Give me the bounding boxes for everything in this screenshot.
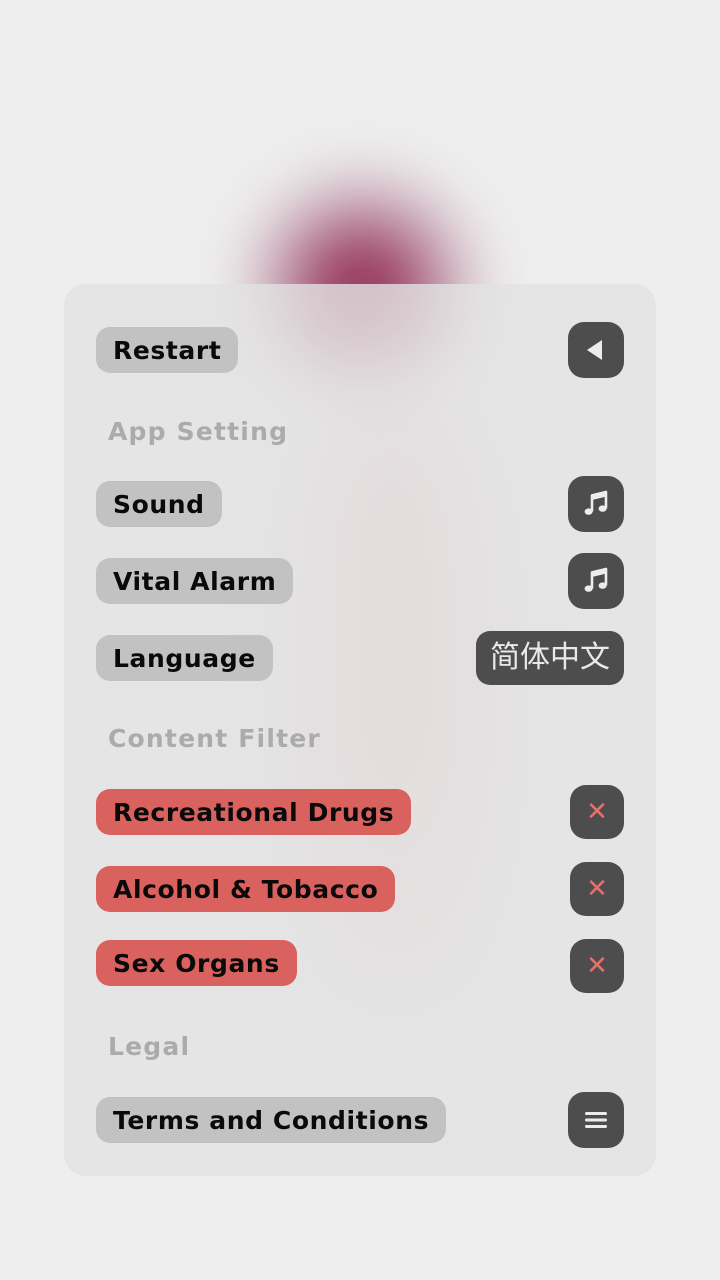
row-sound[interactable]: Sound	[64, 474, 656, 534]
back-triangle-icon[interactable]	[568, 322, 624, 378]
alcohol-tobacco-label[interactable]: Alcohol & Tobacco	[96, 866, 396, 912]
row-sex-organs[interactable]: Sex Organs ✕	[64, 933, 656, 993]
terms-and-conditions-label[interactable]: Terms and Conditions	[96, 1097, 447, 1143]
language-label[interactable]: Language	[96, 635, 273, 681]
close-x-glyph: ✕	[586, 874, 608, 904]
restart-label[interactable]: Restart	[96, 327, 239, 373]
section-title-label: Content Filter	[108, 723, 321, 753]
row-vital-alarm[interactable]: Vital Alarm	[64, 551, 656, 611]
hamburger-menu-icon[interactable]	[568, 1092, 624, 1148]
row-alcohol-tobacco[interactable]: Alcohol & Tobacco ✕	[64, 859, 656, 919]
row-recreational-drugs[interactable]: Recreational Drugs ✕	[64, 782, 656, 842]
section-header-legal: Legal	[64, 1016, 656, 1076]
section-title-label: Legal	[108, 1031, 191, 1061]
row-language[interactable]: Language 简体中文	[64, 628, 656, 688]
close-x-glyph: ✕	[586, 797, 608, 827]
section-header-app-setting: App Setting	[64, 401, 656, 461]
section-header-content-filter: Content Filter	[64, 708, 656, 768]
music-note-icon[interactable]	[568, 476, 624, 532]
row-restart[interactable]: Restart	[64, 320, 656, 380]
close-x-icon[interactable]: ✕	[570, 862, 624, 916]
music-note-icon[interactable]	[568, 553, 624, 609]
row-terms-and-conditions[interactable]: Terms and Conditions	[64, 1090, 656, 1150]
close-x-icon[interactable]: ✕	[570, 785, 624, 839]
close-x-glyph: ✕	[586, 951, 608, 981]
vital-alarm-label[interactable]: Vital Alarm	[96, 558, 294, 604]
close-x-icon[interactable]: ✕	[570, 939, 624, 993]
settings-panel: Restart App Setting Sound Vital Alarm La…	[64, 284, 656, 1176]
section-title-label: App Setting	[108, 416, 289, 446]
language-value-badge[interactable]: 简体中文	[476, 631, 624, 685]
sex-organs-label[interactable]: Sex Organs	[96, 940, 297, 986]
sound-label[interactable]: Sound	[96, 481, 222, 527]
recreational-drugs-label[interactable]: Recreational Drugs	[96, 789, 412, 835]
